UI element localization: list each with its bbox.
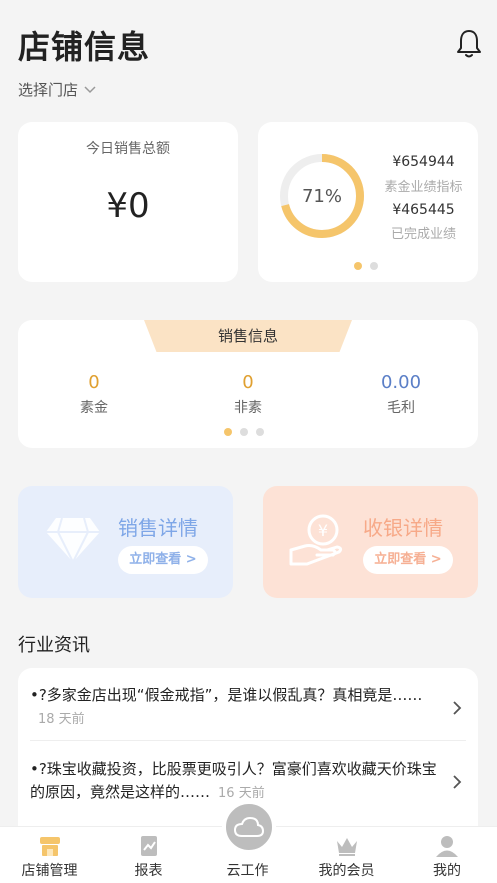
tab-label: 店铺管理: [21, 863, 78, 879]
sales-detail-button[interactable]: 立即查看 >: [118, 546, 208, 574]
chevron-right-icon: [453, 775, 462, 789]
divider: [30, 740, 466, 741]
page-title: 店铺信息: [18, 28, 151, 66]
stat-label: 毛利: [387, 400, 415, 416]
cash-detail-button[interactable]: 立即查看 >: [363, 546, 453, 574]
stat-value: 0: [88, 372, 100, 393]
completed-value: ¥465445: [392, 202, 455, 218]
header: 店铺信息 选择门店: [0, 0, 497, 110]
stat-sujin: 0 素金: [34, 372, 154, 417]
pager-dot[interactable]: [370, 262, 378, 270]
stat-label: 非素: [234, 400, 262, 416]
news-item[interactable]: •?多家金店出现“假金戒指”，是谁以假乱真？真相竟是…… 18 天前: [30, 684, 466, 731]
sales-info-tab: 销售信息: [144, 320, 352, 352]
tab-label: 我的会员: [318, 863, 375, 879]
report-icon: [140, 836, 157, 856]
svg-text:¥: ¥: [318, 521, 328, 540]
news-item-headline: •?多家金店出现“假金戒指”，是谁以假乱真？真相竟是……: [30, 686, 423, 704]
tab-report[interactable]: 报表: [99, 827, 198, 883]
bell-icon[interactable]: [455, 28, 483, 60]
tab-label: 报表: [134, 863, 163, 879]
today-sales-amount: ¥0: [106, 186, 150, 226]
stat-feisu: 0 非素: [188, 372, 308, 417]
store-selector-label: 选择门店: [18, 81, 79, 99]
target-pager: [354, 262, 378, 270]
store-icon: [39, 837, 60, 856]
sales-info-card: 销售信息 0 素金 0 非素 0.00 毛利: [18, 320, 478, 448]
stat-maoli: 0.00 毛利: [341, 372, 461, 417]
pager-dot[interactable]: [354, 262, 362, 270]
target-label: 素金业绩指标: [384, 180, 463, 195]
progress-percent: 71%: [301, 185, 342, 207]
sales-pager: [224, 428, 264, 436]
sales-detail-card[interactable]: 销售详情 立即查看 >: [18, 486, 233, 598]
pager-dot[interactable]: [256, 428, 264, 436]
stat-label: 素金: [80, 400, 108, 416]
sales-info-title: 销售信息: [217, 327, 278, 345]
stat-value: 0: [242, 372, 254, 393]
pager-dot[interactable]: [240, 428, 248, 436]
news-section-title: 行业资讯: [18, 635, 90, 656]
target-card[interactable]: 71% ¥654944 素金业绩指标 ¥465445 已完成业绩: [258, 122, 478, 282]
coin-hand-icon: ¥: [289, 514, 343, 566]
news-item[interactable]: •?珠宝收藏投资，比股票更吸引人？富豪们喜欢收藏天价珠宝的原因，竟然是这样的………: [30, 758, 466, 805]
target-value: ¥654944: [392, 154, 455, 170]
tab-mine[interactable]: 我的: [397, 827, 497, 883]
stat-value: 0.00: [380, 372, 422, 393]
user-icon: [436, 836, 458, 857]
tab-my-members[interactable]: 我的会员: [297, 827, 396, 883]
today-sales-card: 今日销售总额 ¥0: [18, 122, 238, 282]
news-item-time: 16 天前: [218, 786, 265, 801]
cash-detail-title: 收银详情: [363, 516, 443, 540]
tab-label: 云工作: [226, 863, 269, 879]
cloud-work-button[interactable]: [222, 800, 276, 854]
tab-store-management[interactable]: 店铺管理: [0, 827, 99, 883]
completed-label: 已完成业绩: [390, 227, 456, 242]
crown-icon: [336, 838, 357, 856]
news-item-time: 18 天前: [38, 712, 85, 727]
store-selector[interactable]: 选择门店: [18, 79, 96, 100]
sales-detail-title: 销售详情: [118, 516, 198, 540]
tab-label: 我的: [433, 863, 461, 879]
news-item-text: •?多家金店出现“假金戒指”，是谁以假乱真？真相竟是…… 18 天前: [30, 684, 438, 731]
pager-dot[interactable]: [224, 428, 232, 436]
news-item-text: •?珠宝收藏投资，比股票更吸引人？富豪们喜欢收藏天价珠宝的原因，竟然是这样的………: [30, 758, 438, 805]
today-sales-label: 今日销售总额: [86, 141, 170, 157]
chevron-right-icon: [453, 701, 462, 715]
cash-detail-card[interactable]: ¥ 收银详情 立即查看 >: [263, 486, 478, 598]
cloud-icon: [234, 816, 264, 837]
diamond-icon: [46, 517, 100, 565]
chevron-down-icon: [84, 85, 96, 93]
